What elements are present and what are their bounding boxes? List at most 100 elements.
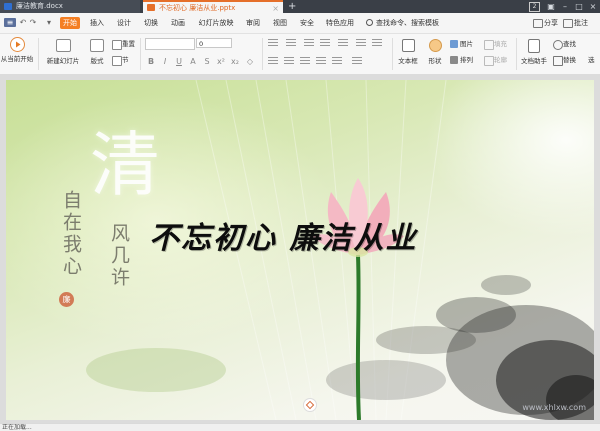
title-tab-bar: 廉洁教育.docx 不忘初心 廉洁从业.pptx × + 2 ▣ – □ ×: [0, 0, 600, 13]
bullet-list-icon[interactable]: [268, 39, 278, 47]
arrange-icon: [450, 56, 458, 64]
replace-label: 替换: [563, 56, 576, 64]
quick-access-dropdown-icon[interactable]: ▾: [45, 18, 53, 27]
slide[interactable]: 清 自在我心 风几许 廉 不忘初心 廉洁从业 www.xhlxw.com: [6, 80, 594, 420]
tab-design[interactable]: 设计: [114, 17, 134, 29]
line-spacing-icon[interactable]: [338, 39, 348, 47]
decorative-calligraphy-char: 清: [90, 124, 160, 206]
doc-tab-label: 不忘初心 廉洁从业.pptx: [159, 4, 236, 12]
fill-label: 填充: [494, 40, 507, 48]
tab-security[interactable]: 安全: [297, 17, 317, 29]
slide-headline[interactable]: 不忘初心 廉洁从业: [149, 213, 417, 257]
share-label: 分享: [544, 19, 558, 27]
indent-increase-icon[interactable]: [320, 39, 330, 47]
justify-icon[interactable]: [316, 57, 326, 65]
replace-button[interactable]: 替换: [553, 55, 576, 66]
indent-decrease-icon[interactable]: [304, 39, 314, 47]
doc-tab-docx[interactable]: 廉洁教育.docx: [0, 0, 140, 13]
play-from-current-label: 从当前开始: [0, 55, 34, 63]
bold-icon[interactable]: B: [146, 57, 156, 67]
presentation-doc-icon: [147, 4, 155, 11]
skin-icon[interactable]: ▣: [544, 0, 558, 13]
vertical-text-1: 自在我心: [60, 190, 82, 278]
minimize-icon[interactable]: –: [558, 0, 572, 13]
align-center-icon[interactable]: [284, 57, 294, 65]
slide-canvas: 清 自在我心 风几许 廉 不忘初心 廉洁从业 www.xhlxw.com: [0, 75, 600, 423]
doc-tab-label: 廉洁教育.docx: [16, 2, 63, 10]
doc-assistant-button[interactable]: 文档助手: [519, 37, 549, 66]
select-button[interactable]: 选: [588, 55, 595, 65]
clear-format-icon[interactable]: ◇: [245, 57, 255, 67]
textbox-icon: [401, 39, 415, 52]
status-text: 正在加载...: [2, 424, 32, 431]
play-from-current-button[interactable]: 从当前开始: [0, 37, 34, 64]
vertical-text-2: 风几许: [108, 223, 130, 289]
shape-button[interactable]: 形状: [424, 37, 446, 66]
status-bar: 正在加载...: [0, 423, 600, 431]
italic-icon[interactable]: I: [160, 57, 170, 67]
fill-button[interactable]: 填充: [484, 39, 507, 50]
tab-home[interactable]: 开始: [60, 17, 80, 29]
find-icon: [553, 40, 563, 50]
tab-insert[interactable]: 插入: [87, 17, 107, 29]
tab-animation[interactable]: 动画: [168, 17, 188, 29]
comment-button[interactable]: 批注: [563, 17, 588, 29]
ribbon-divider: [262, 38, 263, 70]
distribute-icon[interactable]: [332, 57, 342, 65]
textbox-button[interactable]: 文本框: [396, 37, 420, 66]
new-tab-button[interactable]: +: [288, 0, 296, 13]
new-slide-button[interactable]: 新建幻灯片: [44, 37, 82, 66]
font-color-icon[interactable]: A: [188, 57, 198, 67]
vertical-align-icon[interactable]: [352, 57, 362, 65]
doc-tab-pptx[interactable]: 不忘初心 廉洁从业.pptx ×: [143, 0, 283, 13]
outline-icon: [484, 56, 494, 66]
shape-icon: [428, 39, 442, 52]
new-slide-icon: [55, 39, 71, 52]
close-window-icon[interactable]: ×: [586, 0, 600, 13]
text-direction-icon[interactable]: [356, 39, 366, 47]
outline-label: 轮廓: [494, 56, 507, 64]
columns-icon[interactable]: [372, 39, 382, 47]
maximize-icon[interactable]: □: [572, 0, 586, 13]
align-right-icon[interactable]: [300, 57, 310, 65]
tab-transition[interactable]: 切换: [141, 17, 161, 29]
new-slide-label: 新建幻灯片: [46, 57, 80, 65]
layout-button[interactable]: 版式: [86, 37, 108, 66]
find-button[interactable]: 查找: [553, 39, 576, 50]
tab-special-apps[interactable]: 特色应用: [324, 17, 356, 29]
subscript-icon[interactable]: x₂: [230, 57, 240, 67]
section-button[interactable]: 节: [112, 55, 129, 66]
section-icon: [112, 56, 122, 66]
cube-icon: [305, 400, 315, 410]
align-left-icon[interactable]: [268, 57, 278, 65]
font-name-select[interactable]: [145, 38, 195, 50]
share-button[interactable]: 分享: [533, 17, 558, 29]
slide-action-button[interactable]: [303, 398, 317, 412]
search-icon: [366, 19, 373, 26]
tab-slideshow[interactable]: 幻灯片放映: [196, 17, 236, 29]
picture-button[interactable]: 图片: [450, 39, 473, 49]
underline-icon[interactable]: U: [174, 57, 184, 67]
font-size-select[interactable]: 0: [196, 38, 232, 48]
arrange-button[interactable]: 排列: [450, 55, 473, 65]
comment-label: 批注: [574, 19, 588, 27]
outline-button[interactable]: 轮廓: [484, 55, 507, 66]
ink-smoke: [326, 275, 594, 420]
undo-icon[interactable]: ↶: [19, 18, 27, 27]
redo-icon[interactable]: ↷: [29, 18, 37, 27]
window-count-badge[interactable]: 2: [529, 2, 540, 12]
tab-review[interactable]: 审阅: [243, 17, 263, 29]
comment-icon: [563, 19, 573, 28]
ribbon-divider: [38, 38, 39, 70]
word-doc-icon: [4, 3, 12, 10]
ribbon-divider: [392, 38, 393, 70]
seal-stamp: 廉: [59, 292, 74, 307]
command-search[interactable]: 查找命令、搜索模板: [366, 17, 439, 29]
reset-button[interactable]: 重置: [112, 39, 135, 50]
strikethrough-icon[interactable]: S: [202, 57, 212, 67]
numbered-list-icon[interactable]: [286, 39, 296, 47]
tab-view[interactable]: 视图: [270, 17, 290, 29]
fill-icon: [484, 40, 494, 50]
app-menu-icon[interactable]: ≡: [4, 18, 16, 27]
superscript-icon[interactable]: x²: [216, 57, 226, 67]
